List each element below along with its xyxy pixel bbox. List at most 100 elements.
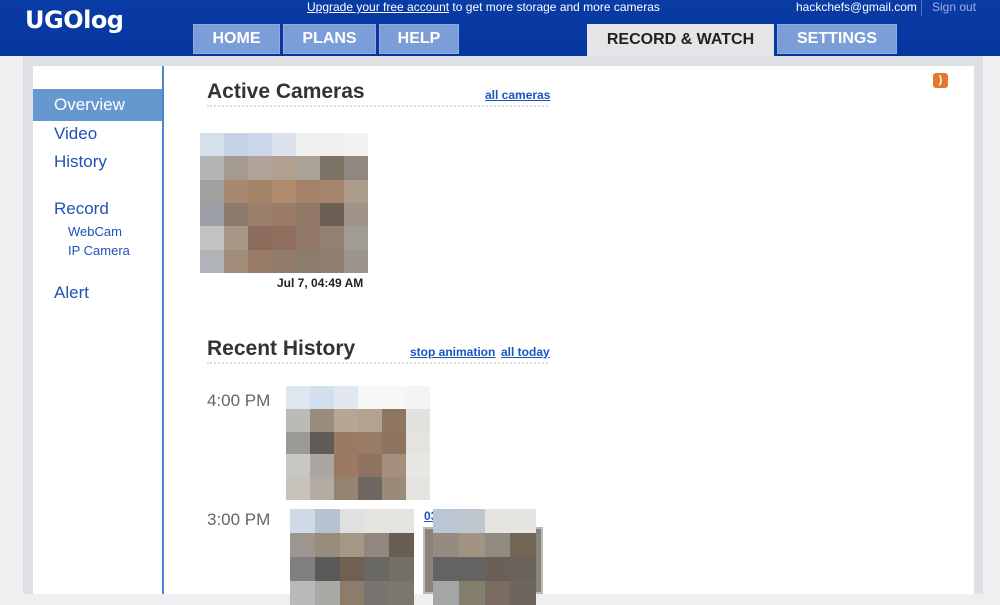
thumbnail-pixel — [200, 133, 224, 157]
active-cameras-divider — [207, 105, 548, 107]
thumbnail-pixel — [200, 203, 224, 227]
thumbnail-pixel — [382, 477, 406, 500]
thumbnail-pixel — [224, 249, 248, 273]
top-header: UGOlog Upgrade your free account to get … — [0, 0, 1000, 56]
thumbnail-pixel — [310, 386, 334, 409]
thumbnail-pixel — [248, 249, 272, 273]
history-time-label: 4:00 PM — [207, 391, 271, 410]
upgrade-banner: Upgrade your free account to get more st… — [307, 0, 660, 14]
thumbnail-pixel — [364, 533, 390, 557]
thumbnail-pixel — [286, 431, 310, 455]
sidebar-item-alert[interactable]: Alert — [54, 283, 89, 303]
thumbnail-pixel — [224, 203, 248, 227]
thumbnail-pixel — [406, 386, 430, 409]
thumbnail-pixel — [286, 386, 310, 409]
history-thumbnail[interactable] — [286, 386, 430, 500]
upgrade-link[interactable]: Upgrade your free account — [307, 0, 449, 14]
thumbnail-pixel — [314, 557, 340, 581]
thumbnail-pixel — [296, 226, 320, 250]
history-thumbnail[interactable] — [433, 509, 536, 605]
sidebar-item-ip-camera[interactable]: IP Camera — [68, 243, 130, 258]
thumbnail-pixel — [358, 386, 382, 409]
thumbnail-pixel — [433, 533, 459, 557]
thumbnail-pixel — [320, 156, 344, 180]
thumbnail-pixel — [344, 179, 368, 203]
thumbnail-pixel — [272, 249, 296, 273]
active-cameras-title: Active Cameras — [207, 80, 365, 103]
stop-animation-link[interactable]: stop animation — [410, 345, 495, 359]
thumbnail-pixel — [200, 156, 224, 180]
thumbnail-pixel — [510, 557, 536, 581]
sign-out-link[interactable]: Sign out — [932, 0, 976, 14]
thumbnail-pixel — [286, 454, 310, 478]
thumbnail-pixel — [290, 509, 315, 533]
thumbnail-pixel — [272, 203, 296, 227]
thumbnail-pixel — [344, 226, 368, 250]
thumbnail-pixel — [358, 408, 382, 432]
thumbnail-pixel — [484, 509, 511, 533]
thumbnail-pixel — [334, 454, 358, 478]
thumbnail-pixel — [290, 533, 315, 557]
thumbnail-pixel — [296, 156, 320, 180]
thumbnail-pixel — [339, 533, 365, 557]
tab-settings[interactable]: SETTINGS — [777, 24, 897, 54]
thumbnail-pixel — [290, 557, 315, 581]
recent-history-title: Recent History — [207, 337, 356, 360]
thumbnail-pixel — [406, 431, 430, 455]
sidebar-item-history[interactable]: History — [54, 152, 107, 172]
thumbnail-pixel — [248, 226, 272, 250]
history-time-label: 3:00 PM — [207, 510, 271, 529]
thumbnail-pixel — [358, 477, 382, 500]
thumbnail-pixel — [458, 581, 485, 605]
thumbnail-pixel — [406, 477, 430, 500]
thumbnail-pixel — [358, 431, 382, 455]
sidebar-item-overview[interactable]: Overview — [33, 89, 162, 121]
thumbnail-pixel — [339, 509, 365, 533]
thumbnail-pixel — [248, 156, 272, 180]
thumbnail-pixel — [320, 203, 344, 227]
thumbnail-pixel — [433, 509, 459, 533]
thumbnail-pixel — [334, 386, 358, 409]
thumbnail-pixel — [296, 179, 320, 203]
thumbnail-pixel — [200, 226, 224, 250]
thumbnail-pixel — [364, 557, 390, 581]
thumbnail-pixel — [296, 133, 320, 157]
thumbnail-pixel — [484, 533, 511, 557]
thumbnail-pixel — [389, 557, 414, 581]
thumbnail-pixel — [484, 557, 511, 581]
rss-feed-icon[interactable]: ) — [933, 73, 948, 88]
thumbnail-pixel — [510, 509, 536, 533]
thumbnail-pixel — [224, 156, 248, 180]
all-cameras-link[interactable]: all cameras — [485, 88, 550, 102]
thumbnail-pixel — [296, 203, 320, 227]
user-email: hackchefs@gmail.com — [796, 0, 917, 14]
sidebar-item-record[interactable]: Record — [54, 199, 109, 219]
tab-help[interactable]: HELP — [379, 24, 459, 54]
tab-home[interactable]: HOME — [193, 24, 280, 54]
thumbnail-pixel — [310, 408, 334, 432]
thumbnail-pixel — [406, 454, 430, 478]
history-thumbnail[interactable] — [290, 509, 414, 605]
all-today-link[interactable]: all today — [501, 345, 550, 359]
thumbnail-pixel — [334, 408, 358, 432]
thumbnail-pixel — [248, 133, 272, 157]
thumbnail-pixel — [200, 179, 224, 203]
thumbnail-pixel — [272, 226, 296, 250]
ugolog-logo[interactable]: UGOlog — [25, 6, 124, 34]
thumbnail-pixel — [200, 249, 224, 273]
sidebar-item-video[interactable]: Video — [54, 124, 97, 144]
thumbnail-pixel — [224, 179, 248, 203]
sidebar-item-webcam[interactable]: WebCam — [68, 224, 122, 239]
header-divider — [921, 0, 922, 16]
thumbnail-pixel — [314, 533, 340, 557]
tab-plans[interactable]: PLANS — [283, 24, 376, 54]
thumbnail-pixel — [310, 477, 334, 500]
thumbnail-pixel — [314, 509, 340, 533]
thumbnail-pixel — [286, 408, 310, 432]
thumbnail-pixel — [382, 386, 406, 409]
thumbnail-pixel — [334, 477, 358, 500]
thumbnail-pixel — [382, 454, 406, 478]
thumbnail-pixel — [248, 203, 272, 227]
camera-thumbnail[interactable] — [200, 133, 368, 273]
tab-record-watch[interactable]: RECORD & WATCH — [587, 24, 774, 56]
